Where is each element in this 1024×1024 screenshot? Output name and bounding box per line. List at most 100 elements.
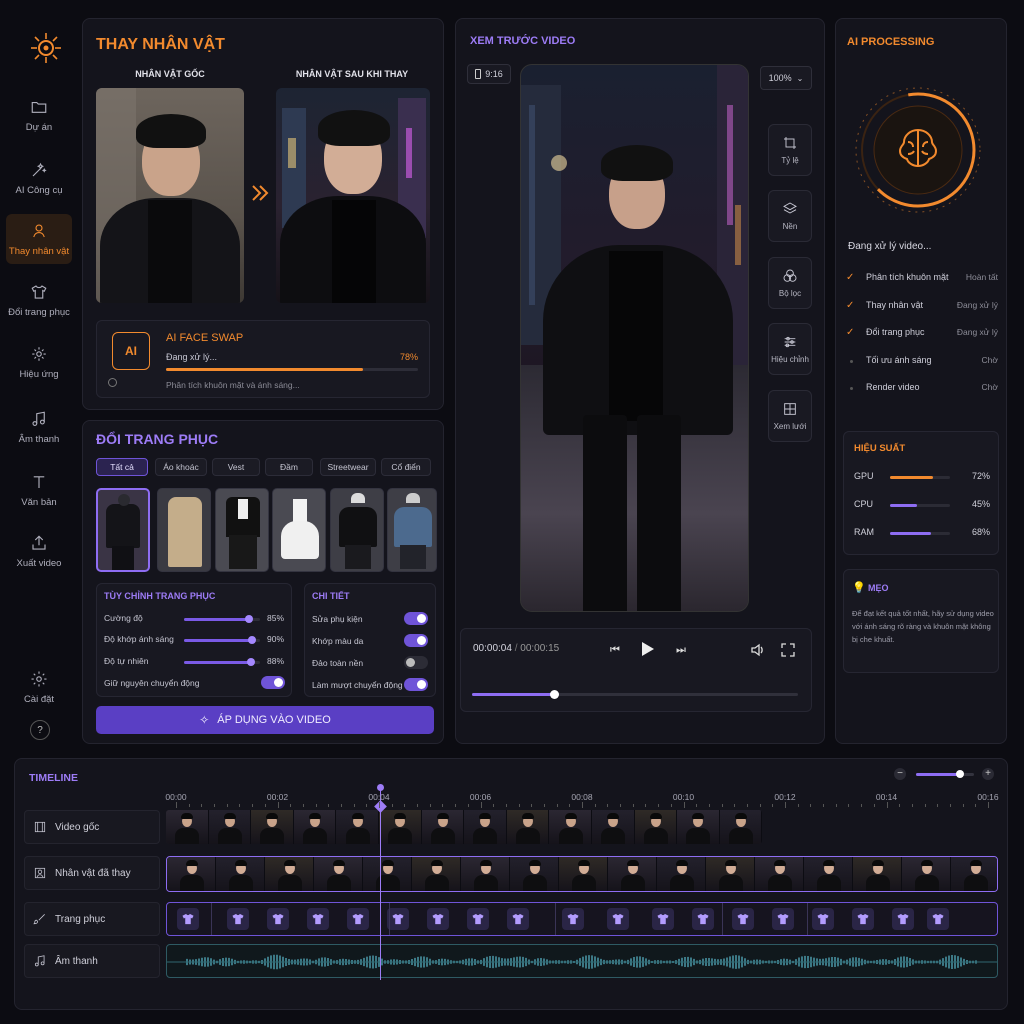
fullscreen-icon[interactable]: [780, 642, 796, 661]
shirt-icon: [272, 913, 284, 925]
clip-frame: [293, 810, 337, 844]
outfit-keyframe[interactable]: [387, 908, 409, 930]
sidebar-item-ai-tools[interactable]: AI Công cụ: [6, 153, 72, 203]
play-icon[interactable]: [640, 640, 656, 661]
help-button[interactable]: ?: [30, 720, 50, 740]
outfit-black-suit[interactable]: [215, 488, 269, 572]
preview-title: XEM TRƯỚC VIDEO: [470, 35, 576, 47]
timeline-zoom-knob[interactable]: [955, 770, 964, 778]
aspect-ratio-badge[interactable]: 9:16: [467, 64, 511, 84]
skip-forward-icon[interactable]: ⏭: [676, 644, 686, 657]
track-label-outfit[interactable]: Trang phục: [24, 902, 160, 936]
volume-icon[interactable]: [750, 642, 766, 661]
clip-outfit[interactable]: [166, 902, 998, 936]
grid-view-tool-button[interactable]: Xem lưới: [768, 390, 812, 442]
outfit-keyframe[interactable]: [812, 908, 834, 930]
tab-streetwear[interactable]: Streetwear: [320, 458, 376, 476]
sidebar-item-settings[interactable]: Cài đặt: [6, 662, 72, 712]
outfit-keyframe[interactable]: [892, 908, 914, 930]
playhead[interactable]: [380, 786, 381, 980]
zoom-out-button[interactable]: −: [894, 768, 906, 780]
sidebar-item-swap-character[interactable]: Thay nhân vật: [6, 214, 72, 264]
shirt-icon: [817, 913, 829, 925]
sidebar-item-effects[interactable]: Hiệu ứng: [6, 337, 72, 387]
smooth-motion-toggle[interactable]: [404, 678, 428, 691]
skip-back-icon[interactable]: ⏮: [610, 644, 620, 657]
crop-icon: [784, 137, 796, 149]
sidebar-item-projects[interactable]: Dự án: [6, 90, 72, 140]
outfit-keyframe[interactable]: [732, 908, 754, 930]
invert-background-toggle[interactable]: [404, 656, 428, 669]
aspect-tool-button[interactable]: Tỷ lệ: [768, 124, 812, 176]
sidebar-item-text[interactable]: Văn bản: [6, 465, 72, 515]
clip-swapped-character[interactable]: [166, 856, 998, 892]
outfit-leather-jacket[interactable]: [96, 488, 150, 572]
outfit-trench-coat[interactable]: [157, 488, 211, 572]
tab-classic[interactable]: Cổ điển: [381, 458, 431, 476]
clip-frame: [634, 810, 678, 844]
outfit-keyframe[interactable]: [347, 908, 369, 930]
zoom-select[interactable]: 100% ⌄: [760, 66, 812, 90]
chevron-down-icon: ⌄: [796, 73, 804, 83]
outfit-keyframe[interactable]: [692, 908, 714, 930]
tab-all[interactable]: Tất cả: [96, 458, 148, 476]
background-tool-button[interactable]: Nền: [768, 190, 812, 242]
frame-body: [473, 875, 498, 891]
filter-tool-button[interactable]: Bộ lọc: [768, 257, 812, 309]
slider-light-match[interactable]: Độ khớp ánh sáng 90%: [104, 634, 284, 646]
playback-progress-knob[interactable]: [549, 690, 559, 699]
outfit-keyframe[interactable]: [467, 908, 489, 930]
playhead-handle[interactable]: [377, 784, 384, 791]
outfit-keyframe[interactable]: [507, 908, 529, 930]
app-logo-icon[interactable]: [28, 30, 64, 66]
clip-audio[interactable]: [166, 944, 998, 978]
outfit-keyframe[interactable]: [852, 908, 874, 930]
clip-frame: [461, 857, 510, 891]
outfit-keyframe[interactable]: [927, 908, 949, 930]
current-time: 00:00:04: [473, 643, 512, 654]
outfit-keyframe[interactable]: [427, 908, 449, 930]
tab-jackets[interactable]: Áo khoác: [155, 458, 207, 476]
apply-to-video-button[interactable]: ✧ ÁP DỤNG VÀO VIDEO: [96, 706, 434, 734]
slider-knob[interactable]: [246, 658, 255, 666]
clip-original-video[interactable]: [166, 810, 762, 844]
track-label-audio[interactable]: Âm thanh: [24, 944, 160, 978]
outfit-keyframe[interactable]: [562, 908, 584, 930]
match-skin-toggle[interactable]: [404, 634, 428, 647]
outfit-keyframe[interactable]: [772, 908, 794, 930]
slider-knob[interactable]: [248, 636, 257, 644]
shirt-icon: [352, 913, 364, 925]
slider-track: [184, 636, 260, 644]
sidebar-item-export[interactable]: Xuất video: [6, 526, 72, 576]
timeline-tick-mark: [366, 804, 368, 807]
outfit-white-dress[interactable]: [272, 488, 326, 572]
track-label-original-video[interactable]: Video gốc: [24, 810, 160, 844]
slider-knob[interactable]: [244, 615, 253, 623]
outfit-keyframe[interactable]: [267, 908, 289, 930]
fix-accessories-toggle[interactable]: [404, 612, 428, 625]
outfit-denim-jacket[interactable]: [387, 488, 437, 572]
outfit-keyframe[interactable]: [652, 908, 674, 930]
zoom-in-button[interactable]: +: [982, 768, 994, 780]
keep-motion-toggle[interactable]: [261, 676, 285, 689]
outfit-keyframe[interactable]: [607, 908, 629, 930]
help-label: ?: [37, 724, 43, 736]
sidebar-item-audio[interactable]: Âm thanh: [6, 402, 72, 452]
adjust-tool-button[interactable]: Hiệu chỉnh: [768, 323, 812, 375]
tab-dresses[interactable]: Đầm: [265, 458, 313, 476]
outfit-hoodie-cap[interactable]: [330, 488, 384, 572]
shirt-icon: [697, 913, 709, 925]
track-label-swapped-character[interactable]: Nhân vật đã thay: [24, 856, 160, 890]
slider-intensity[interactable]: Cường độ 85%: [104, 613, 284, 625]
clip-frame: [421, 810, 465, 844]
playback-progress-track[interactable]: [472, 690, 798, 699]
timeline-zoom-track[interactable]: [916, 770, 974, 778]
phone-icon: [475, 69, 482, 79]
total-time: 00:00:15: [520, 643, 560, 654]
outfit-keyframe[interactable]: [177, 908, 199, 930]
tab-suits[interactable]: Vest: [212, 458, 260, 476]
sidebar-item-change-outfit[interactable]: Đổi trang phục: [6, 275, 72, 325]
slider-naturalness[interactable]: Độ tự nhiên 88%: [104, 656, 284, 668]
outfit-keyframe[interactable]: [307, 908, 329, 930]
outfit-keyframe[interactable]: [227, 908, 249, 930]
